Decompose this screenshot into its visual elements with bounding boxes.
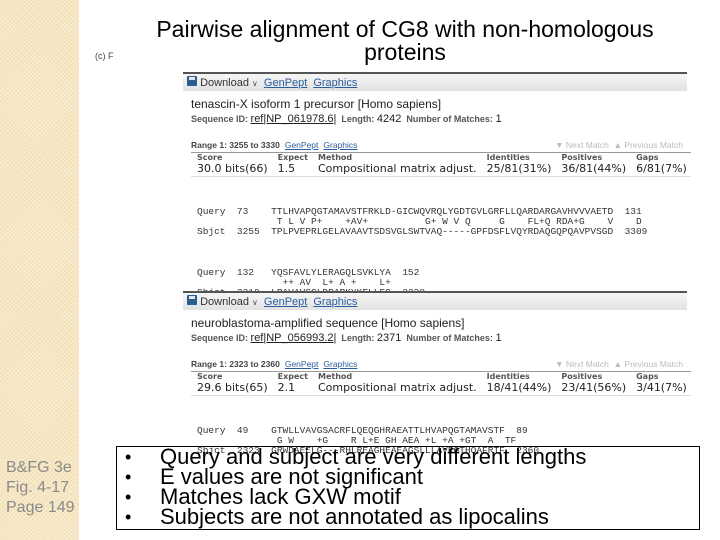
bullet-point: Subjects are not annotated as lipocalins (117, 506, 699, 528)
range-header: Range 1: 2323 to 2360 GenPept Graphics ▼… (191, 359, 683, 369)
stat-gaps: 6/81(7%) (636, 162, 687, 175)
next-match-link[interactable]: ▼ Next Match (555, 140, 609, 150)
sequence-id-link[interactable]: ref|NP_056993.2| (251, 332, 337, 344)
previous-match-link[interactable]: ▲ Previous Match (614, 140, 683, 150)
stat-header: Identities (486, 372, 530, 381)
key-points-box: Query and subject are very different len… (116, 446, 700, 530)
range-genpept-link[interactable]: GenPept (285, 140, 319, 150)
alignment-block: Query 73 TTLHVAPQGTAMAVSTFRKLD-GICWQVRQL… (197, 206, 648, 237)
stat-header: Method (318, 372, 353, 381)
match-count: 1 (495, 332, 502, 344)
hit-description: neuroblastoma-amplified sequence [Homo s… (191, 316, 465, 330)
genpept-link[interactable]: GenPept (264, 77, 307, 89)
stat-header: Positives (561, 372, 603, 381)
figure-caption: B&FG 3e Fig. 4-17 Page 149 (6, 458, 106, 518)
stat-score: 29.6 bits(65) (197, 381, 268, 394)
hit-toolbar: Download ∨ GenPept Graphics (183, 291, 687, 310)
stat-header: Positives (561, 153, 603, 162)
range-header: Range 1: 3255 to 3330 GenPept Graphics ▼… (191, 140, 683, 150)
stat-expect: 1.5 (277, 162, 296, 175)
range-graphics-link[interactable]: Graphics (323, 140, 357, 150)
save-icon (187, 295, 197, 305)
alignment-stats: Score Expect Method Identities Positives… (191, 152, 691, 177)
caption-line: Page 149 (6, 499, 75, 516)
stat-positives: 36/81(44%) (561, 162, 627, 175)
download-button[interactable]: Download ∨ (187, 295, 258, 308)
stat-header: Expect (277, 153, 308, 162)
stat-positives: 23/41(56%) (561, 381, 627, 394)
stat-score: 30.0 bits(66) (197, 162, 268, 175)
sequence-id-link[interactable]: ref|NP_061978.6| (251, 113, 337, 125)
stat-method: Compositional matrix adjust. (318, 381, 477, 394)
stat-header: Method (318, 153, 353, 162)
previous-match-link[interactable]: ▲ Previous Match (614, 359, 683, 369)
sequence-info: Sequence ID: ref|NP_061978.6| Length: 42… (191, 113, 502, 125)
download-button[interactable]: Download ∨ (187, 76, 258, 89)
hit-toolbar: Download ∨ GenPept Graphics (183, 72, 687, 91)
chevron-down-icon: ∨ (252, 298, 258, 307)
copyright-note: (c) F (95, 51, 114, 61)
range-graphics-link[interactable]: Graphics (323, 359, 357, 369)
graphics-link[interactable]: Graphics (313, 296, 357, 308)
match-count: 1 (495, 113, 502, 125)
chevron-down-icon: ∨ (252, 79, 258, 88)
stat-identities: 18/41(44%) (486, 381, 552, 394)
stat-header: Score (197, 153, 223, 162)
caption-line: B&FG 3e (6, 459, 72, 476)
stat-identities: 25/81(31%) (486, 162, 552, 175)
stat-gaps: 3/41(7%) (636, 381, 687, 394)
stat-header: Gaps (636, 153, 659, 162)
alignment-stats: Score Expect Method Identities Positives… (191, 371, 691, 396)
sequence-length: 2371 (376, 332, 402, 344)
stat-method: Compositional matrix adjust. (318, 162, 477, 175)
stat-expect: 2.1 (277, 381, 296, 394)
slide-title: Pairwise alignment of CG8 with non-homol… (156, 16, 654, 65)
graphics-link[interactable]: Graphics (313, 77, 357, 89)
stat-header: Expect (277, 372, 308, 381)
stat-header: Identities (486, 153, 530, 162)
sequence-info: Sequence ID: ref|NP_056993.2| Length: 23… (191, 332, 502, 344)
range-genpept-link[interactable]: GenPept (285, 359, 319, 369)
genpept-link[interactable]: GenPept (264, 296, 307, 308)
sequence-length: 4242 (376, 113, 402, 125)
save-icon (187, 76, 197, 86)
next-match-link[interactable]: ▼ Next Match (555, 359, 609, 369)
caption-line: Fig. 4-17 (6, 479, 70, 496)
stat-header: Gaps (636, 372, 659, 381)
stat-header: Score (197, 372, 223, 381)
hit-description: tenascin-X isoform 1 precursor [Homo sap… (191, 97, 442, 111)
